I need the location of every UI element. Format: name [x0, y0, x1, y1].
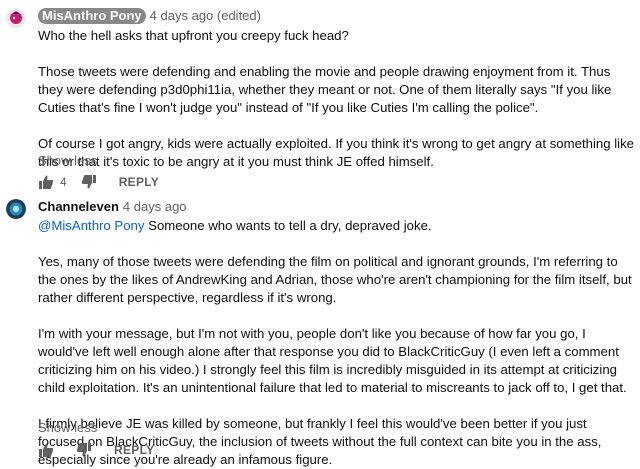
thumbs-down-icon[interactable]: [81, 174, 97, 190]
comment-paragraph: Those tweets were defending and enabling…: [38, 64, 612, 115]
comment-paragraph: Of course I got angry, kids were actuall…: [38, 136, 635, 169]
author-name[interactable]: Channeleven: [38, 199, 119, 214]
author-name[interactable]: MisAnthro Pony: [38, 8, 146, 24]
comment-timestamp[interactable]: 4 days ago: [123, 199, 187, 214]
comment-paragraph: @MisAnthro Pony Someone who wants to tel…: [38, 217, 634, 235]
mention-link[interactable]: @MisAnthro Pony: [38, 218, 144, 233]
comment-header: MisAnthro Pony 4 days ago (edited): [38, 8, 261, 24]
avatar[interactable]: [6, 8, 26, 28]
comment-paragraph: Who the hell asks that upfront you creep…: [38, 28, 349, 43]
comment-paragraph: I'm with your message, but I'm not with …: [38, 326, 627, 395]
comment-actions: REPLY: [38, 440, 154, 460]
comment-header: Channeleven 4 days ago: [38, 199, 187, 215]
thumbs-up-icon[interactable]: [38, 174, 54, 190]
thumbs-down-icon[interactable]: [76, 442, 92, 458]
reply-button[interactable]: REPLY: [114, 443, 154, 457]
like-count: 4: [60, 175, 67, 189]
comment-text: @MisAnthro Pony Someone who wants to tel…: [38, 217, 634, 469]
comment-first-line: Someone who wants to tell a dry, deprave…: [144, 218, 432, 233]
comment-actions: 4 REPLY: [38, 172, 159, 192]
comment-timestamp[interactable]: 4 days ago (edited): [150, 8, 261, 23]
comment-text: Who the hell asks that upfront you creep…: [38, 27, 634, 171]
show-less-button[interactable]: Show less: [38, 153, 97, 169]
thumbs-up-icon[interactable]: [38, 442, 54, 458]
avatar[interactable]: [6, 199, 26, 219]
show-less-button[interactable]: Show less: [38, 420, 97, 436]
reply-button[interactable]: REPLY: [119, 175, 159, 189]
comment-paragraph: Yes, many of those tweets were defending…: [38, 254, 632, 305]
